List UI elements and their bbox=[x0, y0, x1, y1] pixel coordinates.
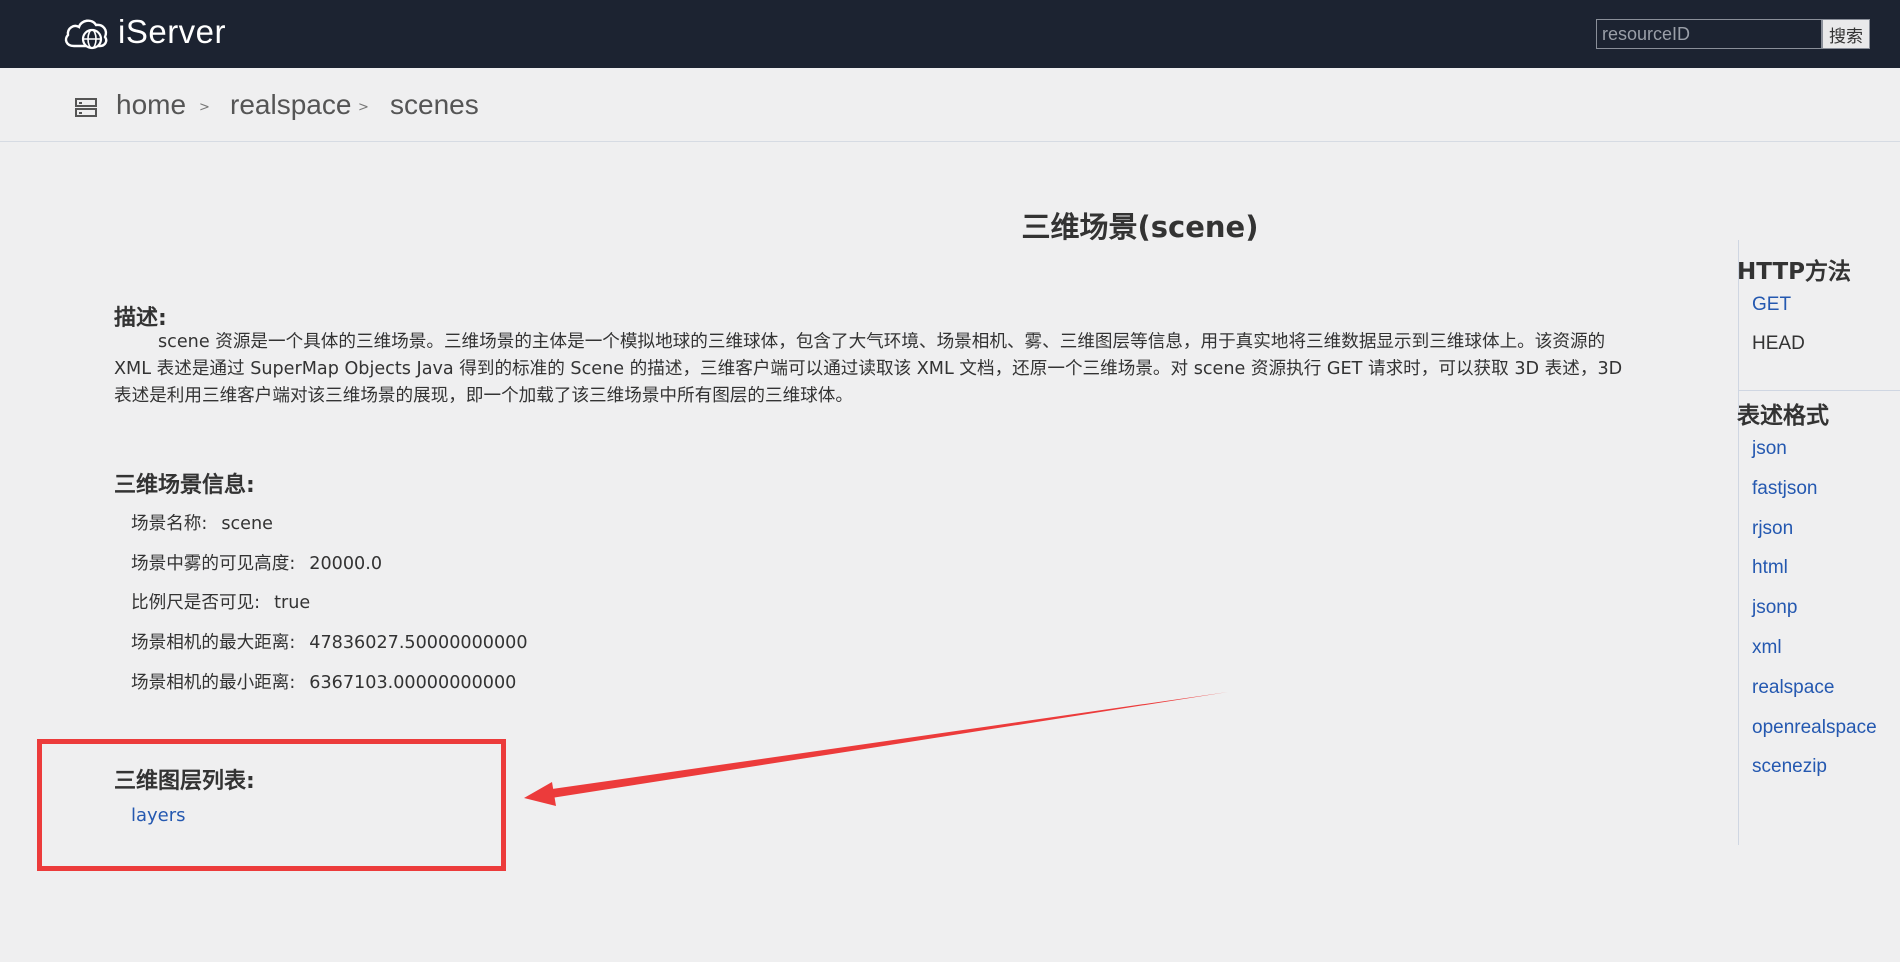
http-method-head: HEAD bbox=[1752, 333, 1805, 354]
format-fastjson[interactable]: fastjson bbox=[1752, 478, 1817, 500]
format-rjson[interactable]: rjson bbox=[1752, 518, 1793, 540]
format-openrealspace[interactable]: openrealspace bbox=[1752, 717, 1877, 739]
sidebar-separator bbox=[1738, 390, 1900, 391]
format-json[interactable]: json bbox=[1752, 438, 1787, 460]
annotation-arrow bbox=[524, 692, 1228, 806]
http-method-get[interactable]: GET bbox=[1752, 294, 1791, 316]
http-methods-title: HTTP方法 bbox=[1737, 259, 1852, 285]
format-realspace[interactable]: realspace bbox=[1752, 677, 1834, 699]
format-html[interactable]: html bbox=[1752, 557, 1788, 579]
format-scenezip[interactable]: scenezip bbox=[1752, 756, 1827, 778]
format-xml[interactable]: xml bbox=[1752, 637, 1782, 659]
formats-title: 表述格式 bbox=[1737, 403, 1829, 429]
sidebar-divider bbox=[1738, 240, 1739, 845]
format-jsonp[interactable]: jsonp bbox=[1752, 597, 1797, 619]
